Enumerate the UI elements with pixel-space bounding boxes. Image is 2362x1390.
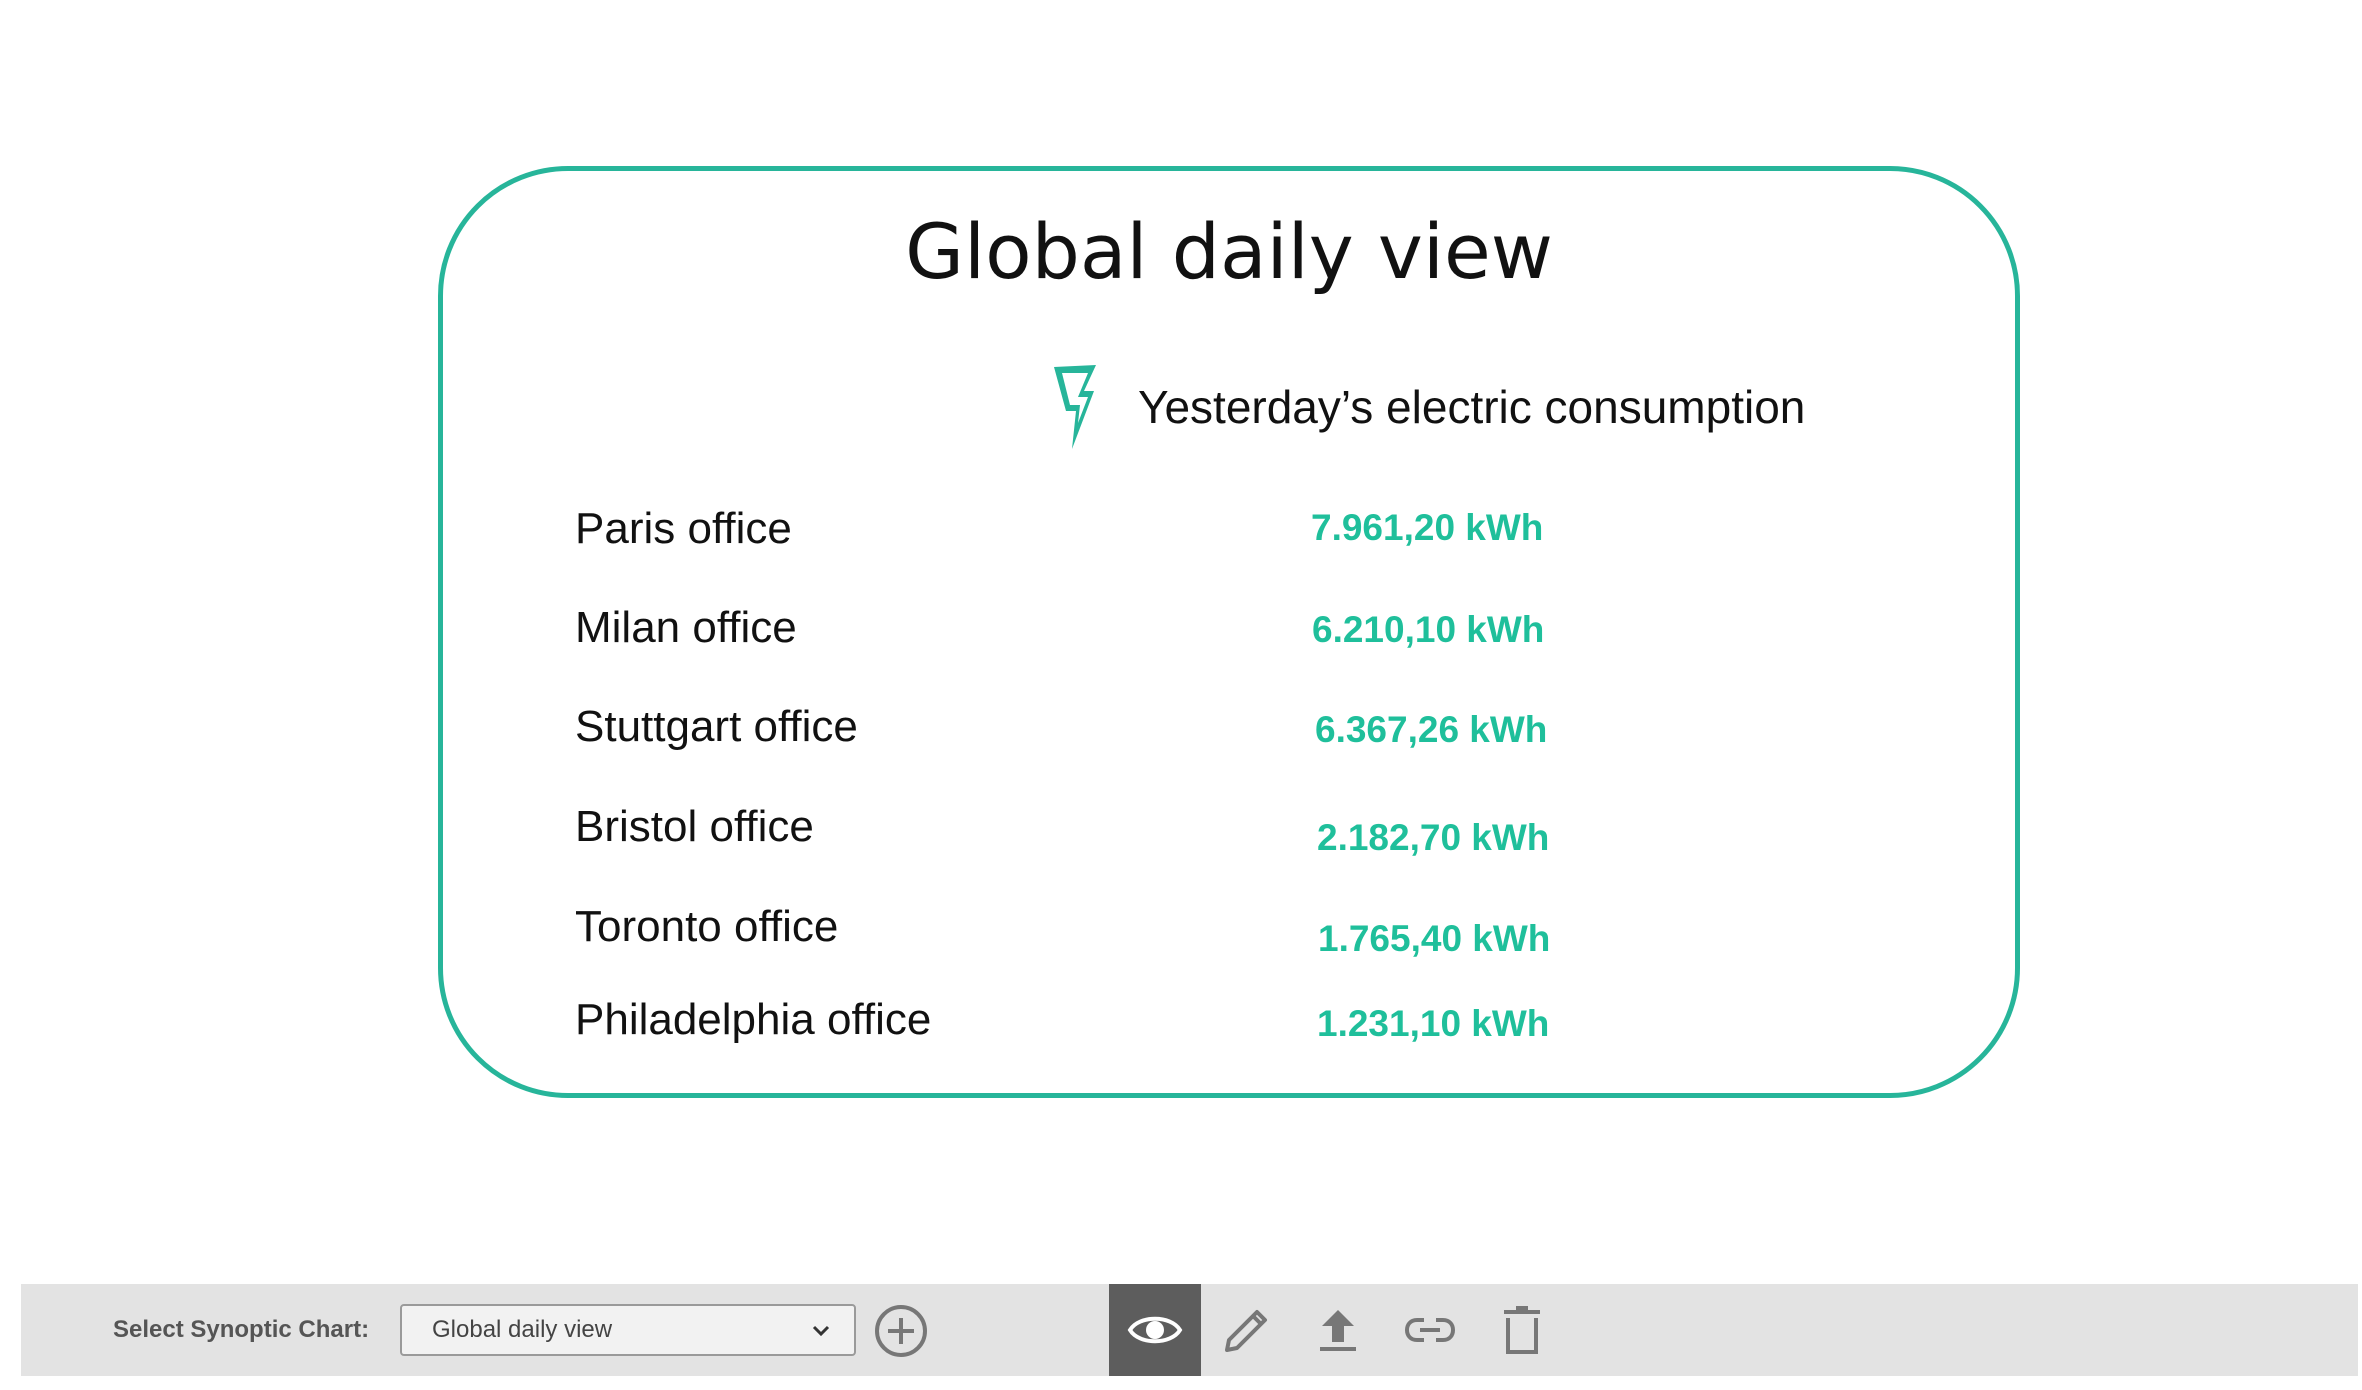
delete-button[interactable] bbox=[1476, 1284, 1568, 1376]
office-value-milan: 6.210,10 kWh bbox=[1312, 609, 1545, 650]
lightning-bolt-icon bbox=[1054, 365, 1096, 449]
office-value-paris: 7.961,20 kWh bbox=[1311, 507, 1544, 548]
synoptic-card: Global daily view Yesterday’s electric c… bbox=[438, 166, 2020, 1098]
office-label-bristol: Bristol office bbox=[575, 802, 814, 851]
pencil-icon bbox=[1225, 1310, 1267, 1352]
office-value-stuttgart: 6.367,26 kWh bbox=[1315, 709, 1548, 750]
card-subtitle: Yesterday’s electric consumption bbox=[1138, 381, 1806, 433]
subtitle-row: Yesterday’s electric consumption bbox=[1050, 361, 1805, 453]
office-label-milan: Milan office bbox=[575, 603, 797, 652]
chevron-down-icon bbox=[812, 1325, 830, 1337]
view-button[interactable] bbox=[1109, 1284, 1201, 1376]
link-button[interactable] bbox=[1384, 1284, 1476, 1376]
upload-button[interactable] bbox=[1292, 1284, 1384, 1376]
page: Global daily view Yesterday’s electric c… bbox=[0, 0, 2362, 1390]
edit-button[interactable] bbox=[1201, 1284, 1293, 1376]
chart-select-dropdown[interactable]: Global daily view bbox=[400, 1304, 856, 1356]
plus-circle-icon[interactable] bbox=[873, 1303, 929, 1359]
office-value-toronto: 1.765,40 kWh bbox=[1318, 918, 1551, 959]
eye-icon bbox=[1127, 1316, 1183, 1344]
office-value-philadelphia: 1.231,10 kWh bbox=[1317, 1003, 1550, 1044]
upload-icon bbox=[1320, 1310, 1356, 1351]
office-label-paris: Paris office bbox=[575, 504, 792, 553]
link-icon bbox=[1404, 1318, 1456, 1342]
office-label-toronto: Toronto office bbox=[575, 902, 839, 951]
office-label-philadelphia: Philadelphia office bbox=[575, 995, 932, 1044]
select-chart-label: Select Synoptic Chart: bbox=[113, 1316, 370, 1343]
synoptic-toolbar: Select Synoptic Chart: Global daily view bbox=[21, 1284, 2358, 1376]
card-title: Global daily view bbox=[905, 207, 1553, 296]
office-label-stuttgart: Stuttgart office bbox=[575, 702, 858, 751]
trash-icon bbox=[1504, 1306, 1540, 1354]
chart-select-value: Global daily view bbox=[432, 1316, 613, 1343]
office-value-bristol: 2.182,70 kWh bbox=[1317, 817, 1550, 858]
